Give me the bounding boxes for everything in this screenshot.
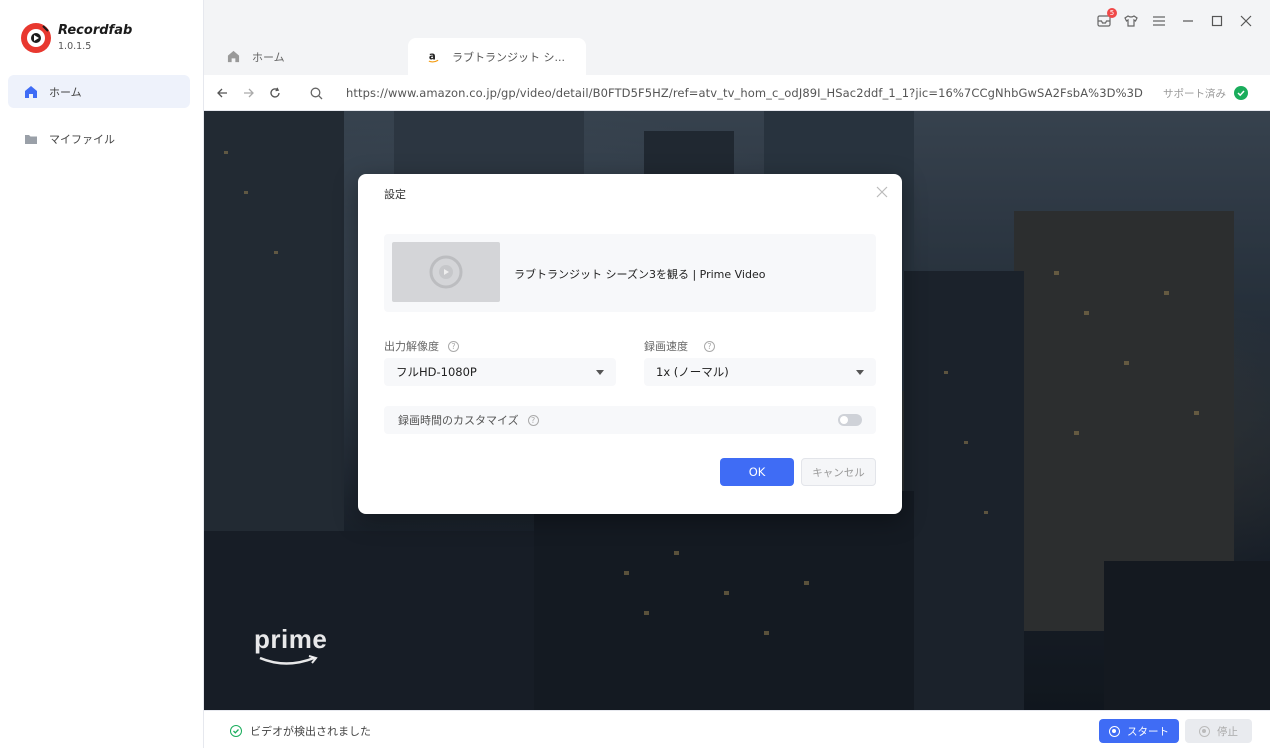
custom-time-label: 録画時間のカスタマイズ <box>398 414 519 427</box>
status-bar: ビデオが検出されました スタート 停止 <box>204 710 1270 748</box>
video-info-card: ラブトランジット シーズン3を観る | Prime Video <box>384 234 876 312</box>
app-name: Recordfab <box>58 23 133 38</box>
amazon-icon: a <box>426 50 440 64</box>
app-version: 1.0.1.5 <box>58 41 92 52</box>
sidebar: Recordfab 1.0.1.5 ホーム マイファイル <box>0 0 204 748</box>
speed-label: 録画速度 ? <box>644 338 715 354</box>
video-title: ラブトランジット シーズン3を観る | Prime Video <box>514 268 766 281</box>
help-icon[interactable]: ? <box>527 414 539 426</box>
sidebar-nav: ホーム マイファイル <box>8 75 190 169</box>
notification-badge: 5 <box>1107 8 1117 18</box>
home-icon <box>226 50 240 64</box>
menu-button[interactable] <box>1150 12 1168 30</box>
video-thumbnail <box>392 242 500 302</box>
tab-home[interactable]: ホーム <box>208 38 408 75</box>
tab-label: ホーム <box>252 50 285 64</box>
resolution-select[interactable]: フルHD-1080P <box>384 358 616 386</box>
minimize-button[interactable] <box>1179 12 1197 30</box>
close-button[interactable] <box>1237 12 1255 30</box>
ok-button[interactable]: OK <box>720 458 794 486</box>
menu-icon <box>1153 16 1165 26</box>
reload-icon <box>270 87 280 98</box>
custom-time-toggle[interactable] <box>838 414 862 426</box>
theme-button[interactable] <box>1122 12 1140 30</box>
dialog-title: 設定 <box>384 188 406 201</box>
arrow-right-icon <box>244 88 254 98</box>
speed-label-text: 録画速度 <box>644 340 688 353</box>
caret-down-icon <box>856 370 864 375</box>
help-icon[interactable]: ? <box>448 340 459 352</box>
resolution-label: 出力解像度 ? <box>384 338 459 354</box>
caret-down-icon <box>596 370 604 375</box>
home-icon <box>25 85 37 98</box>
resolution-value: フルHD-1080P <box>396 365 477 379</box>
speed-value: 1x (ノーマル) <box>656 365 729 379</box>
stop-icon <box>1199 725 1210 737</box>
prime-video-logo: prime <box>254 624 328 670</box>
maximize-button[interactable] <box>1208 12 1226 30</box>
reload-button[interactable] <box>267 85 283 101</box>
tab-amazon-video[interactable]: a ラブトランジット シ... <box>408 38 586 75</box>
prime-logo-text: prime <box>254 624 328 654</box>
notification-button[interactable]: 5 <box>1095 8 1117 30</box>
url-field[interactable]: https://www.amazon.co.jp/gp/video/detail… <box>346 86 1143 100</box>
forward-button[interactable] <box>241 85 257 101</box>
shirt-icon <box>1124 15 1138 27</box>
title-bar: 5 ホーム a ラブトランジット シ... <box>204 0 1270 75</box>
address-bar: https://www.amazon.co.jp/gp/video/detail… <box>204 75 1270 111</box>
resolution-label-text: 出力解像度 <box>384 340 439 353</box>
settings-dialog: 設定 ラブトランジット シーズン3を観る | Prime Video 出力解像度… <box>358 174 902 514</box>
close-icon <box>1240 15 1252 27</box>
record-icon <box>1109 725 1120 737</box>
start-button[interactable]: スタート <box>1099 719 1179 743</box>
arrow-left-icon <box>217 88 227 98</box>
support-status: サポート済み <box>1163 88 1226 100</box>
check-circle-icon <box>1234 86 1248 100</box>
tab-label: ラブトランジット シ... <box>452 50 565 64</box>
check-circle-icon <box>230 725 242 737</box>
recordfab-placeholder-icon <box>429 255 463 289</box>
sidebar-item-label: ホーム <box>49 85 82 99</box>
brand: Recordfab 1.0.1.5 <box>20 22 132 54</box>
custom-time-row: 録画時間のカスタマイズ ? <box>384 406 876 434</box>
sidebar-item-my-files[interactable]: マイファイル <box>8 122 190 155</box>
back-button[interactable] <box>214 85 230 101</box>
close-icon[interactable] <box>876 186 888 198</box>
stop-label: 停止 <box>1217 725 1238 738</box>
status-text: ビデオが検出されました <box>250 725 371 738</box>
folder-icon <box>25 134 37 144</box>
help-icon[interactable]: ? <box>704 340 715 352</box>
sidebar-item-home[interactable]: ホーム <box>8 75 190 108</box>
search-button[interactable] <box>308 85 324 101</box>
stop-button[interactable]: 停止 <box>1185 719 1252 743</box>
sidebar-item-label: マイファイル <box>49 132 115 146</box>
minimize-icon <box>1183 20 1193 22</box>
svg-text:a: a <box>428 51 435 62</box>
cancel-button[interactable]: キャンセル <box>801 458 876 486</box>
search-icon <box>310 87 322 99</box>
recordfab-logo <box>21 23 51 53</box>
start-label: スタート <box>1127 725 1169 738</box>
maximize-icon <box>1211 15 1223 27</box>
speed-select[interactable]: 1x (ノーマル) <box>644 358 876 386</box>
